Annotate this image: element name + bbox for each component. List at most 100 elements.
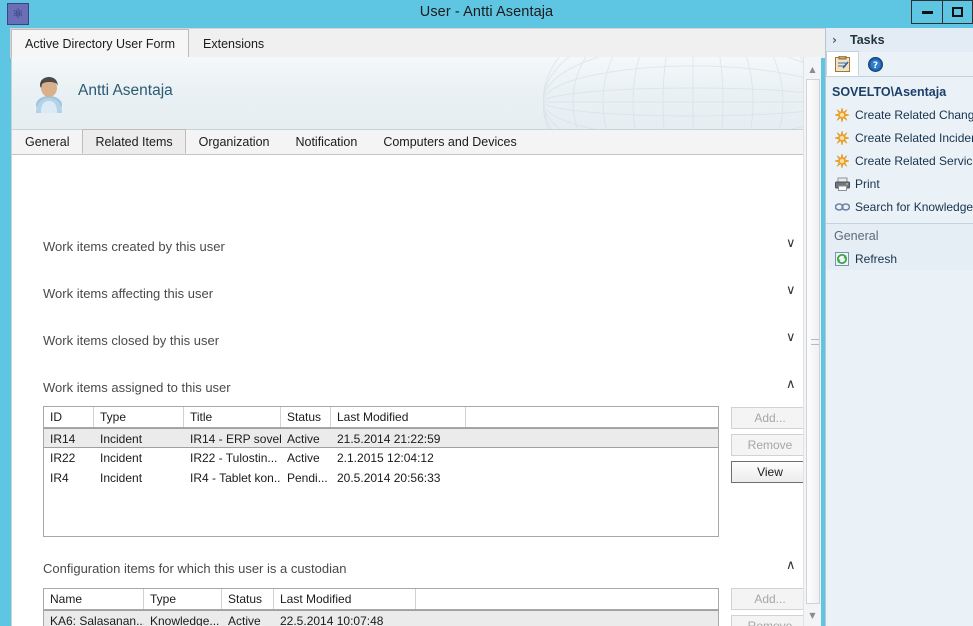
tab-general[interactable]: General — [12, 130, 82, 154]
starburst-new-icon — [832, 107, 852, 122]
remove-button[interactable]: Remove — [731, 434, 803, 456]
tasks-panel: › Tasks ? SOVELTO\Asentaja Create Relate… — [825, 28, 973, 626]
tab-related-items[interactable]: Related Items — [82, 129, 186, 154]
refresh-icon — [832, 251, 852, 266]
section-label: Configuration items for which this user … — [43, 560, 347, 576]
tasks-group-general: General Refresh — [826, 223, 973, 270]
cell-type: Incident — [100, 471, 143, 485]
tab-label: General — [25, 135, 70, 149]
tab-computers-and-devices[interactable]: Computers and Devices — [370, 130, 529, 154]
cell-type: Incident — [100, 451, 143, 465]
chevron-up-icon[interactable]: ∧ — [786, 378, 796, 391]
tab-label: Notification — [295, 135, 358, 149]
section-work-items-affecting[interactable]: Work items affecting this user ∨ — [43, 282, 802, 304]
table-row[interactable]: IR4 Incident IR4 - Tablet kon... Pendi..… — [44, 468, 718, 488]
chevron-down-icon[interactable]: ∨ — [786, 284, 796, 297]
custodian-configuration-items-grid[interactable]: Name Type Status Last Modified KA6: Sala… — [43, 588, 719, 626]
tasks-panel-body: SOVELTO\Asentaja Create Related Change R — [826, 77, 973, 625]
task-refresh[interactable]: Refresh — [826, 247, 973, 270]
table-row[interactable]: IR22 Incident IR22 - Tulostin... Active … — [44, 448, 718, 468]
table-row[interactable]: IR14 Incident IR14 - ERP sovel... Active… — [44, 428, 718, 448]
task-print[interactable]: Print — [826, 172, 973, 195]
section-work-items-assigned[interactable]: Work items assigned to this user ∧ — [43, 376, 802, 398]
form-tab-extensions[interactable]: Extensions — [189, 30, 279, 58]
table-row[interactable]: KA6: Salasanan... Knowledge... Active 22… — [44, 610, 718, 626]
assigned-work-items-grid[interactable]: ID Type Title Status Last Modified IR14 … — [43, 406, 719, 537]
tasks-tab-tasks[interactable] — [826, 51, 859, 76]
tab-organization[interactable]: Organization — [186, 130, 283, 154]
section-configuration-items-custodian[interactable]: Configuration items for which this user … — [43, 557, 802, 579]
tab-notification[interactable]: Notification — [282, 130, 370, 154]
maximize-button[interactable] — [942, 0, 973, 24]
form-vertical-scrollbar[interactable]: ▲ ▼ — [803, 57, 821, 626]
scrollbar-thumb[interactable] — [806, 79, 820, 604]
grid-column-header-last-modified[interactable]: Last Modified — [331, 407, 466, 427]
assigned-grid-buttons: Add... Remove View — [731, 407, 803, 488]
chevron-down-icon[interactable]: ∨ — [786, 237, 796, 250]
starburst-new-icon — [832, 130, 852, 145]
form-tab-label: Active Directory User Form — [25, 36, 176, 51]
task-create-related-change-request[interactable]: Create Related Change R — [826, 103, 973, 126]
scroll-down-button[interactable]: ▼ — [804, 607, 821, 624]
svg-text:?: ? — [873, 61, 878, 71]
minimize-button[interactable] — [911, 0, 942, 24]
help-question-icon: ? — [868, 56, 883, 72]
chevron-down-icon[interactable]: ∨ — [786, 331, 796, 344]
tasks-group-label: General — [834, 229, 879, 243]
task-create-related-incident[interactable]: Create Related Incident — [826, 126, 973, 149]
chevron-up-icon[interactable]: ∧ — [786, 559, 796, 572]
window-title: User - Antti Asentaja — [419, 4, 554, 20]
scrollbar-grip-icon — [811, 338, 819, 345]
cell-id: IR22 — [50, 451, 76, 465]
remove-button[interactable]: Remove — [731, 615, 803, 626]
grid-column-header-title[interactable]: Title — [184, 407, 281, 427]
form-pane: Antti Asentaja General Related Items Org… — [11, 57, 821, 626]
user-avatar-icon — [36, 77, 62, 113]
tab-label: Organization — [198, 135, 270, 149]
task-label: Create Related Incident — [855, 130, 973, 145]
tab-label: Computers and Devices — [383, 135, 517, 149]
cell-last-modified: 2.1.2015 12:04:12 — [337, 451, 434, 465]
grid-column-header-name[interactable]: Name — [44, 589, 144, 609]
task-create-related-service-request[interactable]: Create Related Service R — [826, 149, 973, 172]
cell-last-modified: 20.5.2014 20:56:33 — [337, 471, 441, 485]
inner-tab-strip: General Related Items Organization Notif… — [12, 129, 803, 155]
form-tab-active-directory-user-form[interactable]: Active Directory User Form — [11, 29, 190, 58]
grid-column-header-type[interactable]: Type — [144, 589, 222, 609]
task-label: Search for Knowledge Ar — [855, 199, 973, 214]
tasks-panel-header: › Tasks — [826, 28, 973, 52]
add-button[interactable]: Add... — [731, 407, 803, 429]
section-work-items-created[interactable]: Work items created by this user ∨ — [43, 235, 802, 257]
section-work-items-closed[interactable]: Work items closed by this user ∨ — [43, 329, 802, 351]
cell-title: IR14 - ERP sovel... — [190, 432, 281, 446]
grid-column-header-blank[interactable] — [466, 407, 718, 427]
window-titlebar: ⚛ User - Antti Asentaja — [0, 0, 973, 28]
grid-column-header-status[interactable]: Status — [281, 407, 331, 427]
cell-type: Incident — [100, 432, 143, 446]
tasks-tab-strip: ? — [826, 51, 973, 77]
add-button[interactable]: Add... — [731, 588, 803, 610]
cell-status: Active — [287, 432, 320, 446]
scroll-up-button[interactable]: ▲ — [804, 61, 821, 78]
grid-column-header-id[interactable]: ID — [44, 407, 94, 427]
view-button[interactable]: View — [731, 461, 803, 483]
user-banner: Antti Asentaja — [12, 57, 803, 130]
cell-title: IR4 - Tablet kon... — [190, 471, 281, 485]
cell-name: KA6: Salasanan... — [50, 614, 144, 626]
grid-column-header-type[interactable]: Type — [94, 407, 184, 427]
grid-column-header-blank[interactable] — [416, 589, 718, 609]
tab-label: Related Items — [95, 134, 173, 149]
printer-icon — [832, 177, 852, 191]
section-label: Work items created by this user — [43, 238, 225, 254]
tasks-tab-help[interactable]: ? — [859, 52, 892, 76]
grid-column-header-last-modified[interactable]: Last Modified — [274, 589, 416, 609]
user-form-window: ⚛ User - Antti Asentaja Active Directory… — [0, 0, 973, 626]
cell-type: Knowledge... — [150, 614, 220, 626]
grid-column-header-status[interactable]: Status — [222, 589, 274, 609]
clipboard-tasks-icon — [835, 55, 850, 72]
task-label: Create Related Service R — [855, 153, 973, 168]
task-search-for-knowledge-articles[interactable]: Search for Knowledge Ar — [826, 195, 973, 218]
chevron-right-icon[interactable]: › — [832, 33, 848, 47]
section-label: Work items affecting this user — [43, 285, 214, 301]
mesh-watermark-icon — [543, 57, 803, 129]
